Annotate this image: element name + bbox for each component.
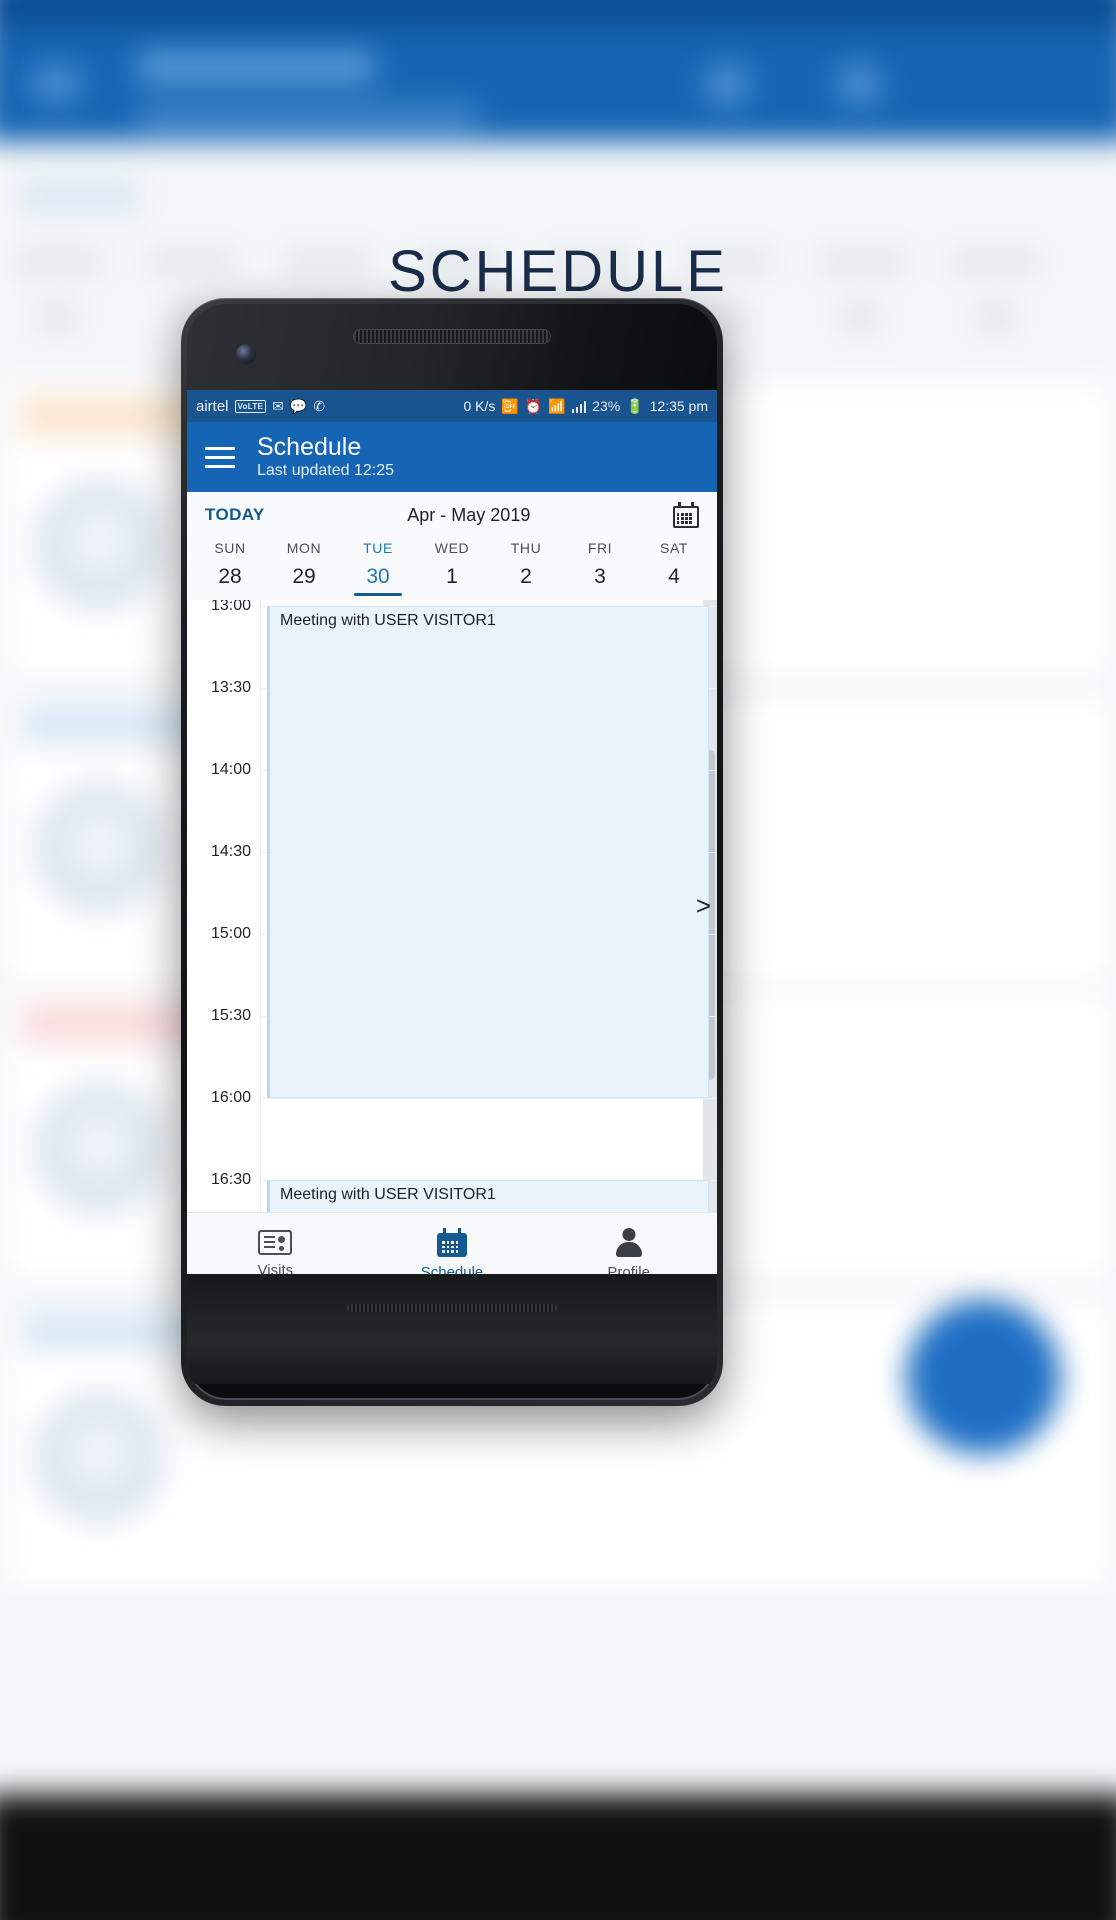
phone-screen: airtel VoLTE ✉ 💬 ✆ 0 K/s 📴 ⏰ 📶 23% 🔋 12:… <box>187 390 717 1274</box>
week-dow-label: WED <box>434 540 470 556</box>
phone-bottom-bezel <box>187 1274 717 1384</box>
week-date-cell-30[interactable]: 30 <box>341 565 415 596</box>
agenda-slots[interactable]: Meeting with USER VISITOR1 Meeting with U… <box>260 600 717 1212</box>
whatsapp-icon: ✆ <box>313 398 326 414</box>
time-label-1430: 14:30 <box>210 843 251 860</box>
week-dow-sat[interactable]: SAT <box>637 538 711 565</box>
nav-item-profile[interactable]: Profile <box>540 1228 717 1274</box>
signal-icon <box>571 400 587 413</box>
battery-icon: 🔋 <box>626 398 644 414</box>
agenda-gridline <box>261 1098 717 1099</box>
time-label-1530: 15:30 <box>210 1007 251 1024</box>
week-date-cell-1[interactable]: 1 <box>415 565 489 596</box>
app-bar-subtitle: Last updated 12:25 <box>257 462 395 480</box>
week-dow-row: SUN MON TUE WED THU FRI SAT <box>193 538 711 565</box>
nav-label-profile: Profile <box>607 1264 650 1274</box>
android-status-bar: airtel VoLTE ✉ 💬 ✆ 0 K/s 📴 ⏰ 📶 23% 🔋 12:… <box>187 390 717 422</box>
nav-item-schedule[interactable]: Schedule <box>364 1228 541 1274</box>
calendar-icon <box>437 1228 467 1257</box>
wifi-icon: 📶 <box>548 398 566 414</box>
app-bar: Schedule Last updated 12:25 <box>187 422 717 492</box>
phone-mockup: airtel VoLTE ✉ 💬 ✆ 0 K/s 📴 ⏰ 📶 23% 🔋 12:… <box>181 298 723 1406</box>
week-strip: SUN MON TUE WED THU FRI SAT 28 29 30 1 2 3 4 <box>187 538 717 600</box>
week-dow-label: TUE <box>363 540 393 556</box>
week-date-label: 4 <box>668 565 680 588</box>
time-label-1330: 13:30 <box>210 679 251 696</box>
week-date-label: 2 <box>520 565 532 588</box>
time-label-1500: 15:00 <box>210 925 251 942</box>
carrier-label: airtel <box>196 397 229 415</box>
agenda-event[interactable]: Meeting with USER VISITOR1 <box>267 1180 709 1212</box>
nav-label-visits: Visits <box>257 1262 294 1274</box>
week-dow-label: SAT <box>660 540 688 556</box>
calendar-icon[interactable] <box>672 502 699 528</box>
time-label-1600: 16:00 <box>210 1089 251 1106</box>
earpiece-speaker <box>354 330 550 343</box>
week-dow-sun[interactable]: SUN <box>193 538 267 565</box>
week-date-cell-29[interactable]: 29 <box>267 565 341 596</box>
vibrate-icon: 📴 <box>501 398 519 414</box>
agenda-view[interactable]: 13:00 13:30 14:00 14:30 15:00 15:30 16:00 16:30… <box>187 600 717 1212</box>
week-dow-thu[interactable]: THU <box>489 538 563 565</box>
week-dow-tue[interactable]: TUE <box>341 538 415 565</box>
page-root: SCHEDULE airtel VoLTE ✉ 💬 ✆ 0 K/s 📴 ⏰ 📶 … <box>0 0 1116 1920</box>
time-label-1400: 14:00 <box>210 761 251 778</box>
volte-badge: VoLTE <box>234 399 267 413</box>
hamburger-menu-icon[interactable] <box>205 446 235 468</box>
nav-label-schedule: Schedule <box>420 1264 484 1274</box>
week-date-label: 3 <box>594 565 606 588</box>
week-dow-label: THU <box>510 540 542 556</box>
week-date-label: 29 <box>292 565 316 588</box>
time-gutter: 13:00 13:30 14:00 14:30 15:00 15:30 16:00 16:30 <box>187 600 260 1212</box>
week-date-cell-2[interactable]: 2 <box>489 565 563 596</box>
bottom-navigation: Visits Schedule Profile <box>187 1212 717 1274</box>
bottom-speaker-grille <box>347 1304 557 1312</box>
week-date-label: 1 <box>446 565 458 588</box>
phone-top-bezel <box>187 304 717 390</box>
week-dow-label: SUN <box>214 540 246 556</box>
front-camera <box>236 344 256 364</box>
week-date-label: 28 <box>218 565 242 588</box>
time-label-1630: 16:30 <box>210 1171 251 1188</box>
week-dow-wed[interactable]: WED <box>415 538 489 565</box>
week-dow-fri[interactable]: FRI <box>563 538 637 565</box>
battery-percent-label: 23% <box>592 398 621 414</box>
person-icon <box>615 1228 642 1257</box>
week-date-row: 28 29 30 1 2 3 4 <box>193 565 711 596</box>
page-title: SCHEDULE <box>388 239 728 304</box>
week-dow-mon[interactable]: MON <box>267 538 341 565</box>
week-dow-label: MON <box>286 540 322 556</box>
week-date-cell-28[interactable]: 28 <box>193 565 267 596</box>
time-label-1300: 13:00 <box>210 600 251 614</box>
nav-item-visits[interactable]: Visits <box>187 1230 364 1274</box>
gmail-icon: ✉ <box>272 398 284 414</box>
today-button[interactable]: TODAY <box>205 505 265 525</box>
app-bar-title: Schedule <box>257 432 362 461</box>
alarm-icon: ⏰ <box>524 398 543 414</box>
week-dow-label: FRI <box>587 540 613 556</box>
week-date-cell-3[interactable]: 3 <box>563 565 637 596</box>
message-icon: 💬 <box>289 398 308 414</box>
calendar-header: TODAY Apr - May 2019 <box>187 492 717 538</box>
agenda-event[interactable]: Meeting with USER VISITOR1 <box>267 606 709 1098</box>
week-date-label: 30 <box>354 565 402 596</box>
clock-label: 12:35 pm <box>649 398 708 414</box>
id-card-icon <box>258 1230 293 1255</box>
next-week-chevron-icon[interactable]: > <box>696 891 711 922</box>
data-speed-label: 0 K/s <box>463 398 496 414</box>
month-range-label: Apr - May 2019 <box>407 504 531 525</box>
week-date-cell-4[interactable]: 4 <box>637 565 711 596</box>
